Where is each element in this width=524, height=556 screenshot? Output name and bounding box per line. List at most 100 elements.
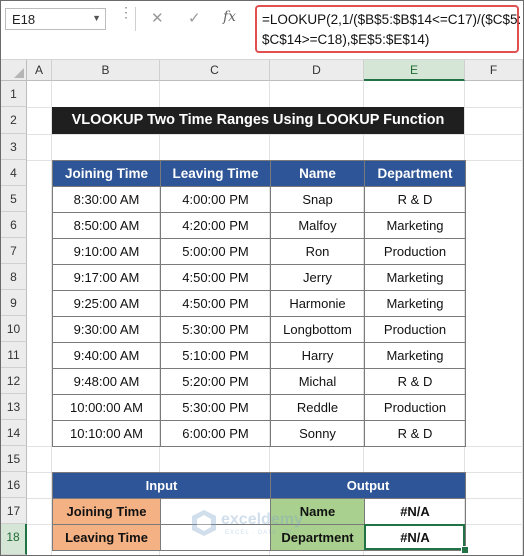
- table-cell[interactable]: 4:20:00 PM: [160, 212, 271, 239]
- column-header-b[interactable]: B: [52, 60, 160, 81]
- table-cell[interactable]: 9:48:00 AM: [52, 368, 161, 395]
- table-cell[interactable]: 9:40:00 AM: [52, 342, 161, 369]
- department-result[interactable]: #N/A: [364, 524, 466, 551]
- table-cell[interactable]: Marketing: [364, 342, 466, 369]
- row-header-11[interactable]: 11: [1, 342, 27, 368]
- table-cell[interactable]: 8:30:00 AM: [52, 186, 161, 213]
- table-cell[interactable]: 9:25:00 AM: [52, 290, 161, 317]
- table-cell[interactable]: 8:50:00 AM: [52, 212, 161, 239]
- leaving-time-label[interactable]: Leaving Time: [52, 524, 161, 551]
- sheet-title[interactable]: VLOOKUP Two Time Ranges Using LOOKUP Fun…: [52, 107, 464, 134]
- chevron-down-icon[interactable]: ▼: [92, 13, 101, 23]
- input-header[interactable]: Input: [52, 472, 271, 499]
- fill-handle[interactable]: [461, 546, 469, 554]
- column-header-f[interactable]: F: [465, 60, 523, 81]
- table-cell[interactable]: 9:30:00 AM: [52, 316, 161, 343]
- row-header-2[interactable]: 2: [1, 107, 27, 134]
- table-cell[interactable]: Harry: [270, 342, 365, 369]
- table-row: 10:00:00 AM 5:30:00 PM Reddle Production: [52, 394, 466, 421]
- table-cell[interactable]: Ron: [270, 238, 365, 265]
- table-cell[interactable]: Snap: [270, 186, 365, 213]
- output-header[interactable]: Output: [270, 472, 466, 499]
- table-cell[interactable]: Michal: [270, 368, 365, 395]
- table-cell[interactable]: Marketing: [364, 264, 466, 291]
- name-result[interactable]: #N/A: [364, 498, 466, 525]
- table-row: 8:50:00 AM 4:20:00 PM Malfoy Marketing: [52, 212, 466, 239]
- excel-window: E18 ▼ ⋮ ✕ ✓ fx =LOOKUP(2,1/($B$5:$B$14<=…: [0, 0, 524, 556]
- table-cell[interactable]: 4:50:00 PM: [160, 264, 271, 291]
- table-cell[interactable]: Marketing: [364, 290, 466, 317]
- select-all-button[interactable]: [1, 60, 27, 81]
- table-cell[interactable]: 5:00:00 PM: [160, 238, 271, 265]
- io-row-joining: Joining Time Name #N/A: [52, 498, 466, 525]
- row-header-18[interactable]: 18: [1, 524, 27, 555]
- table-cell[interactable]: Longbottom: [270, 316, 365, 343]
- table-cell[interactable]: R & D: [364, 368, 466, 395]
- name-box[interactable]: E18 ▼: [5, 8, 106, 30]
- table-cell[interactable]: Production: [364, 394, 466, 421]
- row-header-14[interactable]: 14: [1, 420, 27, 446]
- table-row: 9:10:00 AM 5:00:00 PM Ron Production: [52, 238, 466, 265]
- column-header-e[interactable]: E: [364, 60, 465, 81]
- table-cell[interactable]: 10:00:00 AM: [52, 394, 161, 421]
- table-cell[interactable]: 5:20:00 PM: [160, 368, 271, 395]
- table-cell[interactable]: Marketing: [364, 212, 466, 239]
- joining-time-label[interactable]: Joining Time: [52, 498, 161, 525]
- select-all-icon: [14, 68, 24, 78]
- insert-function-icon[interactable]: fx: [223, 9, 236, 25]
- row-header-4[interactable]: 4: [1, 160, 27, 186]
- row-header-3[interactable]: 3: [1, 134, 27, 160]
- more-options-icon[interactable]: ⋮: [119, 5, 133, 19]
- row-header-13[interactable]: 13: [1, 394, 27, 420]
- department-label[interactable]: Department: [270, 524, 365, 551]
- formula-bar-separator: [135, 7, 136, 31]
- header-cell[interactable]: Joining Time: [52, 160, 161, 187]
- row-header-9[interactable]: 9: [1, 290, 27, 316]
- row-header-15[interactable]: 15: [1, 446, 27, 472]
- header-cell[interactable]: Name: [270, 160, 365, 187]
- table-cell[interactable]: 5:30:00 PM: [160, 316, 271, 343]
- table-cell[interactable]: Reddle: [270, 394, 365, 421]
- row-header-6[interactable]: 6: [1, 212, 27, 238]
- column-header-d[interactable]: D: [270, 60, 364, 81]
- row-header-1[interactable]: 1: [1, 81, 27, 107]
- table-cell[interactable]: Sonny: [270, 420, 365, 447]
- column-header-a[interactable]: A: [27, 60, 52, 81]
- grid-line: [522, 81, 523, 555]
- table-cell[interactable]: 9:17:00 AM: [52, 264, 161, 291]
- row-header-12[interactable]: 12: [1, 368, 27, 394]
- cancel-icon[interactable]: ✕: [151, 9, 164, 27]
- table-cell[interactable]: 9:10:00 AM: [52, 238, 161, 265]
- table-cell[interactable]: 4:50:00 PM: [160, 290, 271, 317]
- name-box-value: E18: [12, 12, 36, 27]
- column-header-c[interactable]: C: [160, 60, 270, 81]
- table-header-row: Joining Time Leaving Time Name Departmen…: [52, 160, 466, 187]
- table-cell[interactable]: R & D: [364, 420, 466, 447]
- table-cell[interactable]: Harmonie: [270, 290, 365, 317]
- table-cell[interactable]: 10:10:00 AM: [52, 420, 161, 447]
- table-cell[interactable]: R & D: [364, 186, 466, 213]
- table-cell[interactable]: Malfoy: [270, 212, 365, 239]
- header-cell[interactable]: Leaving Time: [160, 160, 271, 187]
- enter-icon[interactable]: ✓: [188, 9, 201, 27]
- row-header-7[interactable]: 7: [1, 238, 27, 264]
- row-header-5[interactable]: 5: [1, 186, 27, 212]
- data-table: Joining Time Leaving Time Name Departmen…: [52, 160, 466, 447]
- table-cell[interactable]: 4:00:00 PM: [160, 186, 271, 213]
- formula-input[interactable]: =LOOKUP(2,1/($B$5:$B$14<=C17)/($C$5: $C$1…: [255, 5, 521, 53]
- row-header-8[interactable]: 8: [1, 264, 27, 290]
- row-header-17[interactable]: 17: [1, 498, 27, 524]
- table-cell[interactable]: Jerry: [270, 264, 365, 291]
- header-cell[interactable]: Department: [364, 160, 466, 187]
- leaving-time-input[interactable]: [160, 524, 271, 551]
- table-cell[interactable]: Production: [364, 316, 466, 343]
- table-cell[interactable]: 5:10:00 PM: [160, 342, 271, 369]
- joining-time-input[interactable]: [160, 498, 271, 525]
- table-cell[interactable]: Production: [364, 238, 466, 265]
- table-cell[interactable]: 5:30:00 PM: [160, 394, 271, 421]
- name-label[interactable]: Name: [270, 498, 365, 525]
- table-cell[interactable]: 6:00:00 PM: [160, 420, 271, 447]
- row-header-10[interactable]: 10: [1, 316, 27, 342]
- table-row: 9:30:00 AM 5:30:00 PM Longbottom Production: [52, 316, 466, 343]
- row-header-16[interactable]: 16: [1, 472, 27, 498]
